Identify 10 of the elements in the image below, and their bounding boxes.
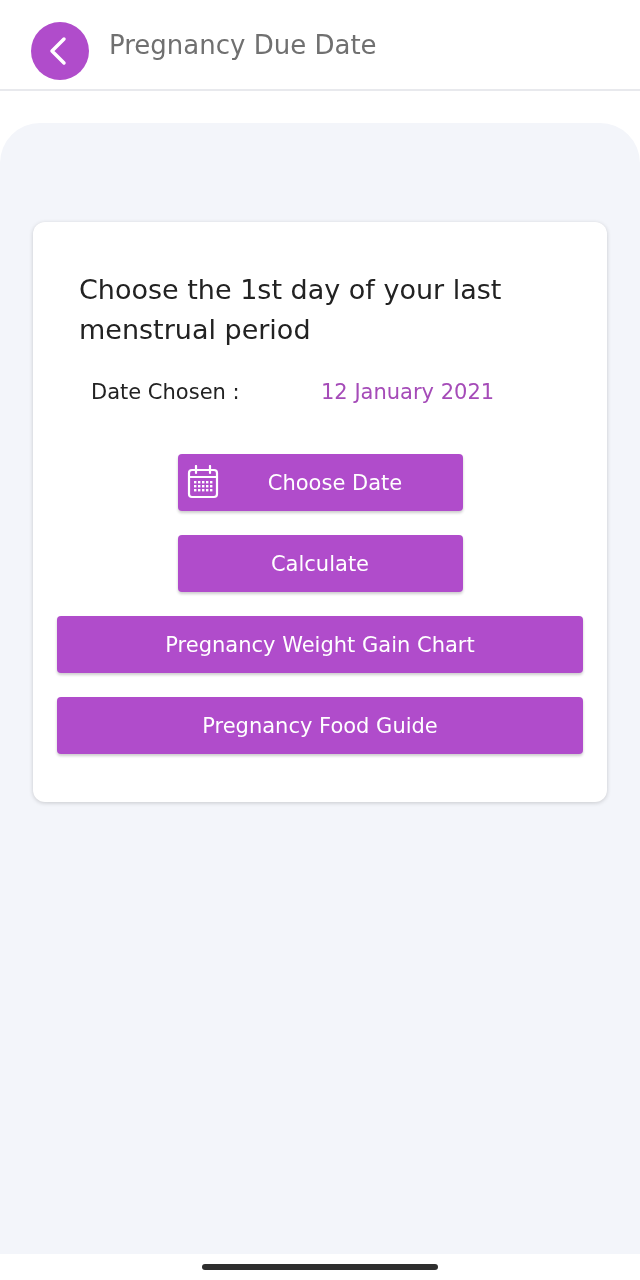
action-button[interactable]: Choose Date <box>177 454 463 511</box>
page-title: Pregnancy Due Date <box>109 29 377 60</box>
calendar-icon <box>186 465 219 499</box>
action-button[interactable]: Pregnancy Food Guide <box>57 697 583 754</box>
date-label: Date Chosen : <box>91 380 241 404</box>
date-value: 12 January 2021 <box>321 380 495 404</box>
action-button[interactable]: Calculate <box>177 535 463 592</box>
back-button[interactable] <box>31 21 89 80</box>
action-button[interactable]: Pregnancy Weight Gain Chart <box>57 616 583 673</box>
instruction-text: Choose the 1st day of your last menstrual period <box>79 273 503 347</box>
